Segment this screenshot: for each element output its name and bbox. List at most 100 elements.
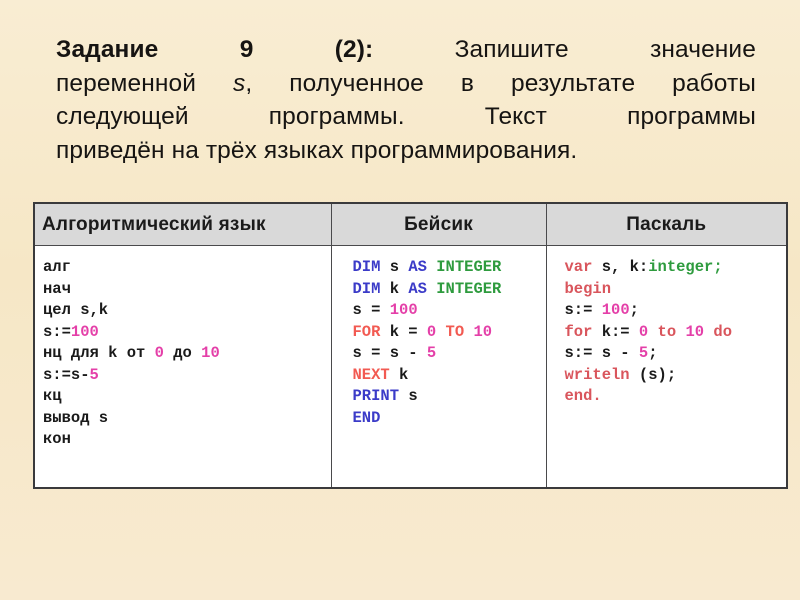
code-token-plain: s (380, 258, 409, 276)
code-line-algorithmic-3: цел s,k (43, 300, 331, 322)
code-token-kw-b: AS (408, 279, 427, 298)
code-token-kw-r: NEXT (352, 365, 390, 384)
code-line-basic-8: END (353, 408, 546, 430)
code-token-plain: цел s,k (43, 301, 109, 319)
code-line-pascal-2: begin (565, 279, 787, 301)
code-token-plain: нач (43, 279, 71, 298)
code-token-plain: s:= s - (564, 344, 639, 362)
program-languages-table: Алгоритмический язык Бейсик Паскаль алг н… (33, 202, 788, 489)
code-token-kw-b: DIM (352, 258, 381, 276)
code-token-kw-b: PRINT (352, 387, 400, 405)
code-line-algorithmic-4: s:=100 (43, 322, 331, 344)
heading-word-zapishite: Запишите (454, 36, 569, 63)
code-token-kw-p: writeln (564, 365, 630, 384)
heading-word-peremennoy: переменной (56, 69, 196, 97)
code-token-plain: кон (43, 430, 71, 448)
code-token-num: 100 (389, 301, 418, 319)
code-line-algorithmic-6: s:=s-5 (43, 365, 331, 387)
code-token-plain: s = s - (352, 344, 427, 362)
code-token-plain: s = (352, 301, 390, 319)
table-header-row: Алгоритмический язык Бейсик Паскаль (33, 202, 788, 246)
code-token-kw-b: DIM (352, 279, 381, 298)
code-token-kw-p: var (564, 258, 593, 276)
code-token-num: 10 (201, 344, 220, 362)
code-token-num: 5 (89, 365, 99, 384)
code-line-basic-2: DIM k AS INTEGER (353, 279, 546, 301)
task-number: 9 (239, 36, 254, 63)
task-label: Задание (56, 36, 159, 63)
code-token-plain: до (163, 344, 202, 362)
code-token-num: 100 (70, 322, 99, 341)
code-token-plain: нц для k от (43, 344, 155, 362)
code-line-pascal-6: writeln (s); (565, 365, 787, 387)
code-token-plain: k (389, 365, 409, 384)
code-token-plain: ; (629, 301, 639, 319)
code-line-pascal-4: for k:= 0 to 10 do (565, 322, 787, 344)
code-token-plain: ; (648, 344, 658, 362)
code-line-basic-5: s = s - 5 (353, 343, 546, 365)
code-token-num: 100 (601, 301, 630, 319)
code-line-pascal-1: var s, k:integer; (565, 257, 787, 279)
code-token-num: 10 (473, 322, 493, 341)
code-token-plain: s:= (43, 322, 71, 341)
heading-word-znachenie: значение (650, 36, 756, 63)
code-line-pascal-3: s:= 100; (565, 300, 787, 322)
table-row: алг нач цел s,k s:=100 нц для k от 0 до 10 s:… (33, 245, 788, 489)
heading-word-programmy-2: программы (627, 103, 756, 130)
code-token-kw-p: to (657, 322, 677, 341)
code-token-plain: кц (43, 387, 62, 405)
code-token-plain: s (399, 387, 418, 405)
code-line-algorithmic-1: алг (43, 257, 331, 279)
cell-pascal-code: var s, k:integer; begin s:= 100; for k:= 0 … (545, 245, 788, 489)
code-token-num: 0 (638, 322, 649, 341)
code-token-kw-b: END (352, 408, 381, 427)
cell-algorithmic-code: алг нач цел s,k s:=100 нц для k от 0 до 10 s:… (33, 245, 332, 489)
code-block-pascal: var s, k:integer; begin s:= 100; for k:= 0 … (555, 257, 787, 408)
code-token-plain: k (380, 279, 409, 298)
code-block-basic: DIM s AS INTEGER DIM k AS INTEGER s = 100 F… (340, 257, 546, 429)
code-line-basic-7: PRINT s (353, 386, 546, 408)
code-line-basic-6: NEXT k (353, 365, 546, 387)
code-token-kw-p: end. (564, 387, 602, 405)
code-token-num: 0 (426, 322, 437, 341)
code-token-kw-p: do (713, 322, 732, 341)
column-header-algorithmic: Алгоритмический язык (33, 202, 332, 246)
code-line-algorithmic-9: кон (43, 429, 331, 451)
heading-word-tekst: Текст (484, 103, 547, 130)
code-token-kw-r: TO (445, 322, 465, 341)
slide-canvas: Задание 9 (2): Запишите значение перемен… (0, 0, 800, 600)
code-line-algorithmic-5: нц для k от 0 до 10 (43, 343, 331, 365)
heading-line-3: следующей программы. Текст программы (56, 100, 756, 134)
code-token-plain: (s); (629, 365, 677, 384)
code-token-num: 5 (426, 344, 437, 362)
code-line-basic-4: FOR k = 0 TO 10 (353, 322, 546, 344)
code-token-kw-b: AS (408, 258, 427, 276)
column-header-basic: Бейсик (330, 202, 547, 246)
heading-line-4: приведён на трёх языках программирования… (56, 136, 578, 164)
code-line-algorithmic-8: вывод s (43, 408, 331, 430)
code-token-plain: алг (43, 258, 71, 276)
code-token-type: integer; (648, 258, 723, 276)
column-header-pascal: Паскаль (545, 202, 788, 246)
heading-line-2-rest: , полученное в результате работы (245, 69, 756, 97)
heading-line-2: переменной s, полученное в результате ра… (56, 67, 756, 101)
code-token-kw-p: for (564, 322, 593, 341)
code-block-algorithmic: алг нач цел s,k s:=100 нц для k от 0 до 10 s:… (43, 257, 331, 451)
heading-line-1: Задание 9 (2): Запишите значение (56, 33, 756, 67)
code-token-plain: k = (380, 322, 427, 341)
page-title: Задание 9 (2): Запишите значение перемен… (56, 33, 756, 167)
code-line-basic-3: s = 100 (353, 300, 546, 322)
code-line-algorithmic-7: кц (43, 386, 331, 408)
cell-basic-code: DIM s AS INTEGER DIM k AS INTEGER s = 100 F… (330, 245, 547, 489)
heading-word-programmy: программы. (268, 103, 405, 130)
code-token-plain: s, k: (592, 258, 649, 276)
code-token-type: INTEGER (436, 258, 502, 276)
variable-name-s: s (233, 69, 246, 97)
code-token-plain: вывод s (43, 408, 109, 427)
code-token-num: 0 (154, 344, 164, 362)
code-token-kw-r: FOR (352, 322, 381, 341)
